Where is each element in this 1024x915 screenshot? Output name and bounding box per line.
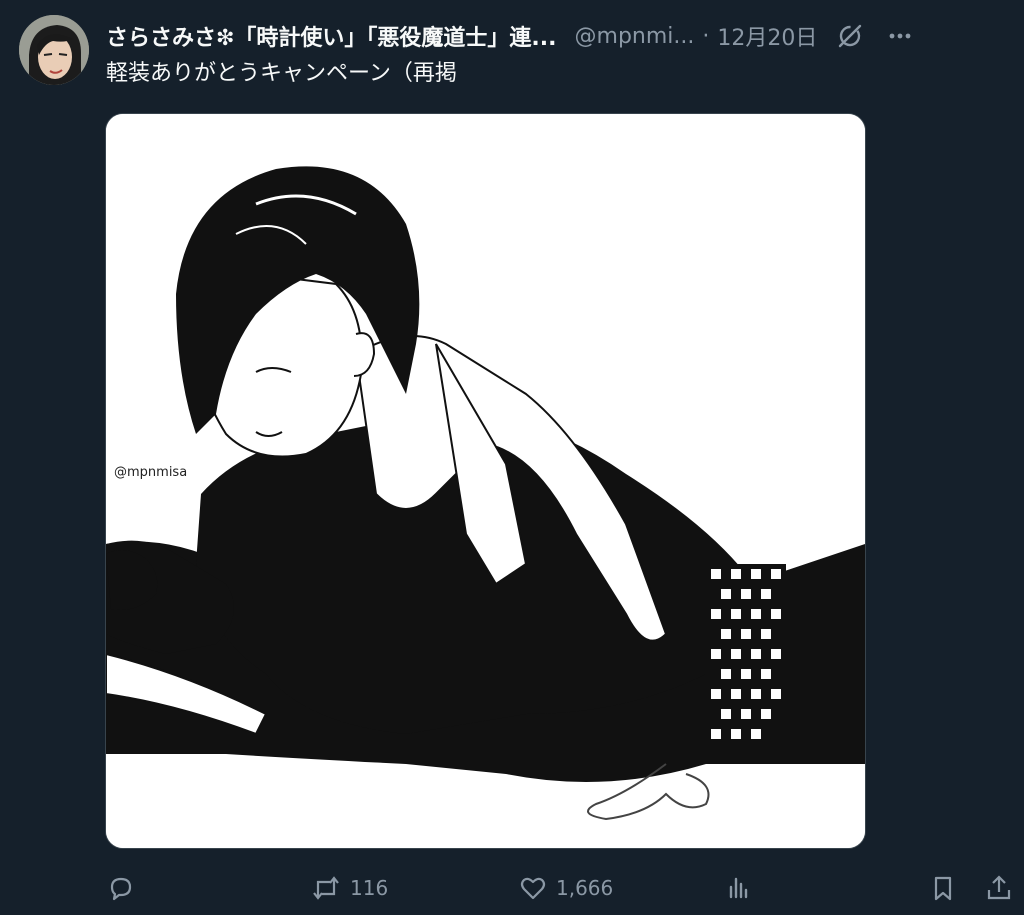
separator-dot: · [702, 23, 710, 49]
action-bar: 116 1,666 [100, 866, 1020, 910]
tweet-text: 軽装ありがとうキャンペーン（再掲 [106, 61, 457, 86]
bookmark-icon [928, 873, 958, 903]
avatar-image [19, 15, 89, 85]
artist-signature: @mpnmisa [114, 465, 187, 480]
user-handle[interactable]: @mpnmi... [575, 24, 695, 49]
like-button[interactable]: 1,666 [518, 866, 613, 910]
views-button[interactable] [724, 866, 762, 910]
timestamp[interactable]: 12月20日 [717, 20, 817, 52]
more-icon[interactable] [883, 19, 917, 53]
avatar[interactable] [19, 15, 89, 85]
tweet-header: さらさみさ❇︎「時計使い」「悪役魔道士」連... @mpnmi... · 12月… [106, 18, 1014, 54]
share-button[interactable] [984, 866, 1014, 910]
retweet-count: 116 [350, 876, 389, 900]
tweet-image[interactable]: @mpnmisa [105, 113, 866, 849]
share-icon [984, 873, 1014, 903]
like-count: 1,666 [556, 876, 614, 900]
retweet-icon [310, 873, 342, 903]
reply-button[interactable] [106, 866, 144, 910]
retweet-button[interactable]: 116 [310, 866, 388, 910]
grok-icon[interactable] [833, 19, 867, 53]
belt-pattern [706, 564, 786, 754]
reply-icon [106, 873, 136, 903]
views-icon [724, 873, 754, 903]
illustration: @mpnmisa [106, 114, 865, 848]
bookmark-button[interactable] [928, 866, 958, 910]
display-name[interactable]: さらさみさ❇︎「時計使い」「悪役魔道士」連... [106, 20, 557, 52]
tweet: さらさみさ❇︎「時計使い」「悪役魔道士」連... @mpnmi... · 12月… [0, 0, 1024, 915]
heart-icon [518, 873, 548, 903]
